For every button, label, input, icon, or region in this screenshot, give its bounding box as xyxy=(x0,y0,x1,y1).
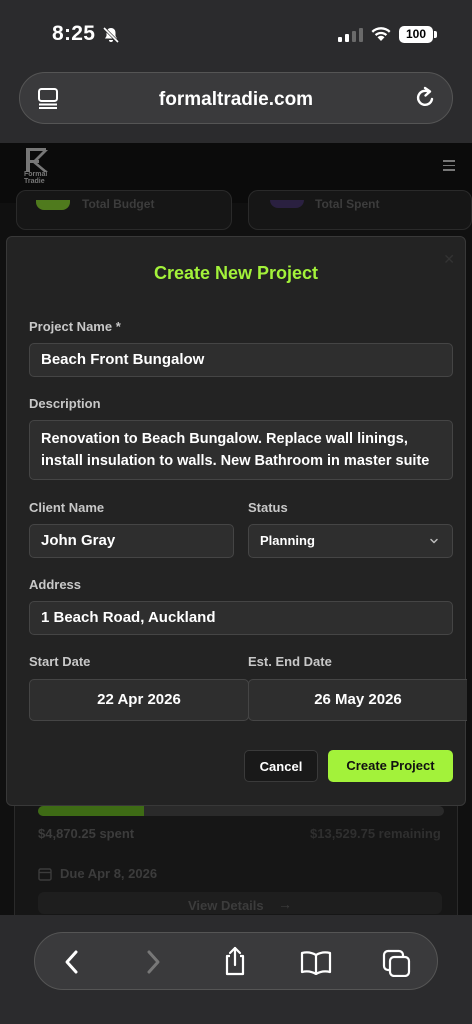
view-details-button[interactable]: View Details → xyxy=(38,892,442,914)
logo-text: Formal Tradie xyxy=(24,171,48,185)
description-textarea[interactable]: Renovation to Beach Bungalow. Replace wa… xyxy=(29,420,453,480)
forward-icon[interactable] xyxy=(143,949,163,975)
due-date-text: Due Apr 8, 2026 xyxy=(60,866,158,881)
browser-address-area: formaltradie.com xyxy=(0,66,472,143)
address-bar[interactable]: formaltradie.com xyxy=(19,72,453,124)
status-select[interactable]: Planning xyxy=(248,524,453,558)
start-date-input[interactable]: 22 Apr 2026 xyxy=(29,679,249,721)
toolbar-pill xyxy=(34,932,438,990)
client-name-input[interactable]: John Gray xyxy=(29,524,234,558)
bookmarks-icon[interactable] xyxy=(300,949,332,975)
wifi-icon xyxy=(371,27,391,41)
bell-off-icon xyxy=(102,26,120,44)
cancel-button[interactable]: Cancel xyxy=(244,750,318,782)
chevron-down-icon xyxy=(430,538,438,544)
client-name-label: Client Name xyxy=(29,500,105,515)
url-text[interactable]: formaltradie.com xyxy=(20,89,452,111)
status-select-value: Planning xyxy=(260,533,315,548)
status-bar: 8:25 100 xyxy=(0,0,472,66)
remaining-text: $13,529.75 remaining xyxy=(310,826,441,841)
cellular-signal-icon xyxy=(338,27,363,42)
reload-icon[interactable] xyxy=(414,86,436,110)
address-label: Address xyxy=(29,577,82,592)
status-label: Status xyxy=(248,500,288,515)
battery-indicator: 100 xyxy=(399,26,437,43)
calendar-icon xyxy=(38,868,52,881)
arrow-right-icon: → xyxy=(278,896,292,912)
spent-text: $4,870.25 spent xyxy=(38,826,135,841)
project-name-label: Project Name * xyxy=(29,319,121,334)
create-project-button[interactable]: Create Project xyxy=(328,750,453,782)
total-spent-label: Total Spent xyxy=(315,197,380,211)
project-name-input[interactable]: Beach Front Bungalow xyxy=(29,343,453,377)
spent-icon xyxy=(270,200,304,208)
project-progress-bar xyxy=(38,806,444,816)
start-date-label: Start Date xyxy=(29,654,91,669)
budget-icon xyxy=(36,200,70,210)
share-icon[interactable] xyxy=(222,945,248,977)
address-input[interactable]: 1 Beach Road, Auckland xyxy=(29,601,453,635)
browser-toolbar xyxy=(0,915,472,1024)
back-icon[interactable] xyxy=(62,949,82,975)
end-date-input[interactable]: 26 May 2026 xyxy=(248,679,467,721)
menu-icon[interactable] xyxy=(443,160,455,174)
modal-title: Create New Project xyxy=(153,263,319,283)
create-project-modal: ✕ Create New Project Project Name * Beac… xyxy=(6,236,467,806)
progress-fill xyxy=(38,806,144,816)
description-label: Description xyxy=(29,396,101,411)
end-date-label: Est. End Date xyxy=(248,654,332,669)
clock: 8:25 xyxy=(52,22,96,45)
total-budget-label: Total Budget xyxy=(82,197,155,211)
view-details-label: View Details xyxy=(188,898,264,913)
tabs-icon[interactable] xyxy=(382,949,412,977)
